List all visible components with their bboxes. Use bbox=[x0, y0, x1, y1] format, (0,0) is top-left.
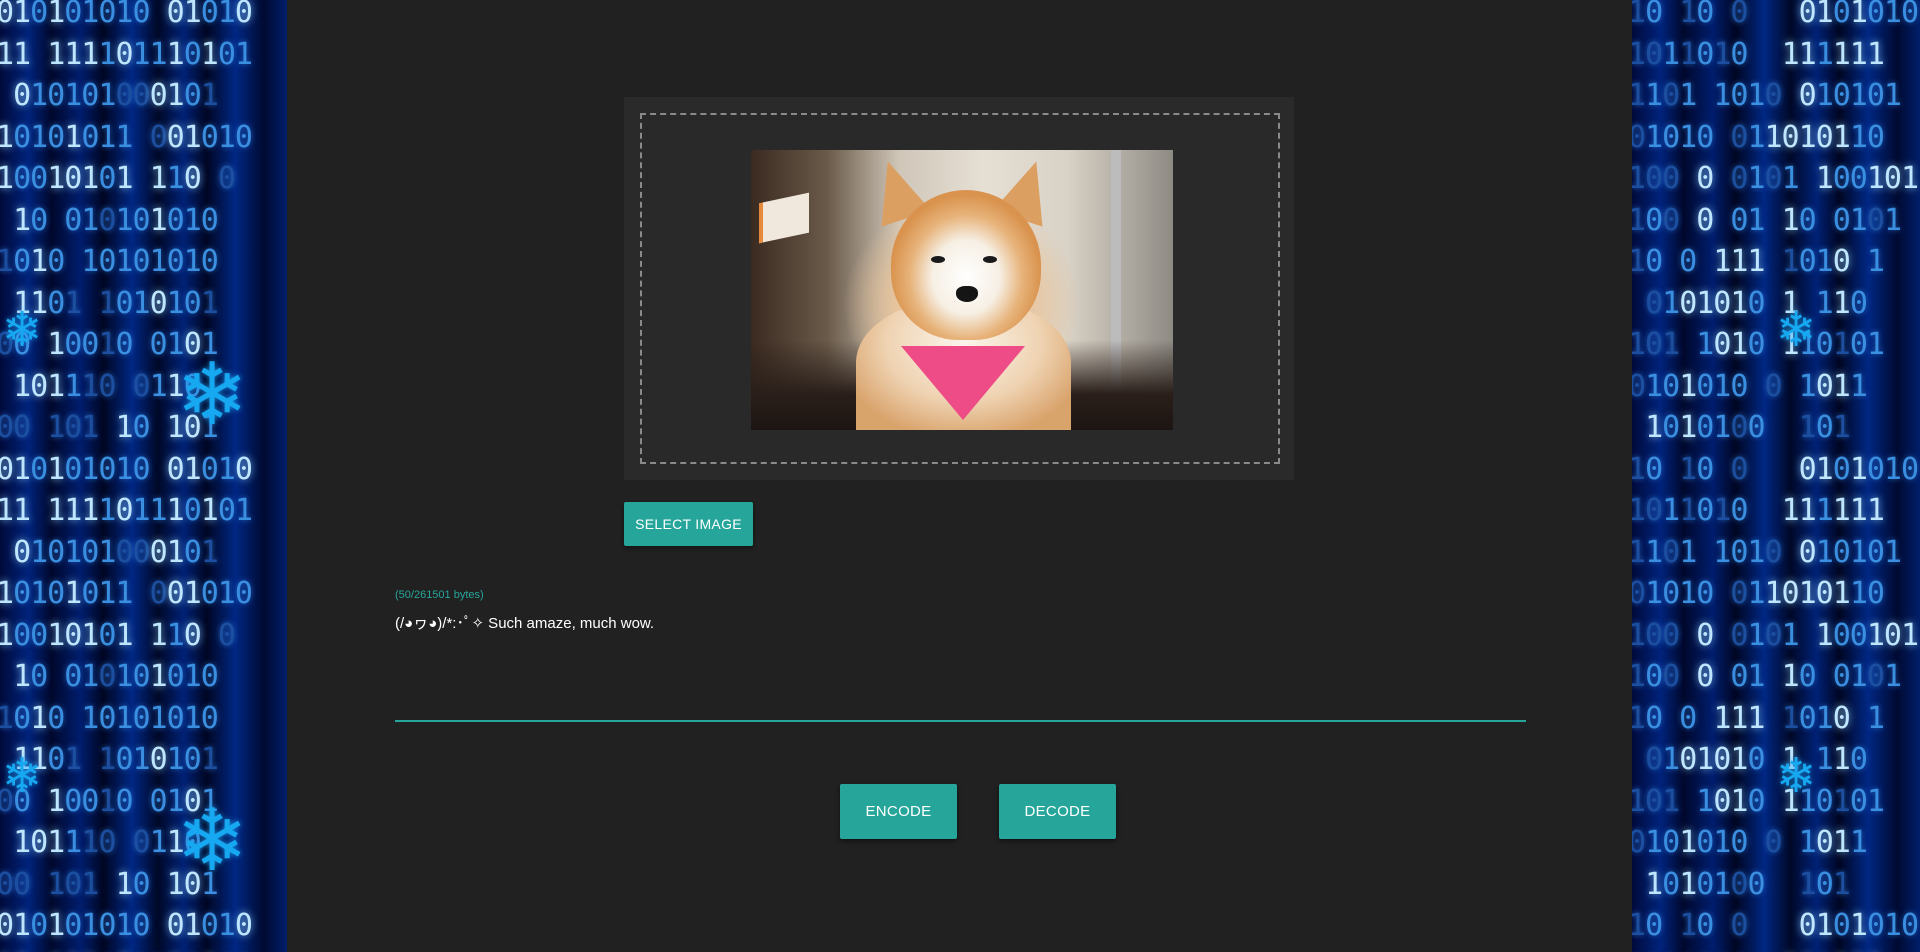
right-background-panel: 10 10 0 0101010 1011010 111111 1101 1010… bbox=[1632, 0, 1920, 952]
image-preview bbox=[751, 150, 1173, 430]
image-upload-card bbox=[624, 97, 1294, 480]
snowflake-icon: ❄ bbox=[2, 748, 43, 804]
snowflake-icon: ❄ bbox=[1776, 748, 1817, 804]
left-background-panel: 010101010 01010 11 111101110101 01010100… bbox=[0, 0, 287, 952]
byte-counter: (50/261501 bytes) bbox=[395, 589, 484, 601]
dog-bandana bbox=[901, 346, 1025, 420]
decode-button[interactable]: DECODE bbox=[999, 784, 1116, 839]
steganography-panel: SELECT IMAGE (50/261501 bytes) (/◕ヮ◕)/*:… bbox=[287, 0, 1632, 952]
dog-head bbox=[891, 190, 1041, 340]
snowflake-icon: ❄ bbox=[2, 302, 43, 358]
image-drop-zone[interactable] bbox=[640, 113, 1280, 464]
snowflake-icon: ❄ bbox=[176, 345, 249, 445]
snowflake-icon: ❄ bbox=[176, 791, 249, 891]
background-sign bbox=[759, 192, 809, 244]
binary-rain-pattern: 10 10 0 0101010 1011010 111111 1101 1010… bbox=[1632, 0, 1919, 952]
snowflake-icon: ❄ bbox=[1776, 302, 1817, 358]
dog-eye bbox=[983, 256, 997, 263]
encode-button[interactable]: ENCODE bbox=[840, 784, 957, 839]
message-textarea[interactable]: (/◕ヮ◕)/*:･ﾟ✧ Such amaze, much wow. bbox=[395, 612, 1526, 722]
select-image-button[interactable]: SELECT IMAGE bbox=[624, 502, 753, 546]
dog-nose bbox=[956, 286, 978, 302]
dog-eye bbox=[931, 256, 945, 263]
